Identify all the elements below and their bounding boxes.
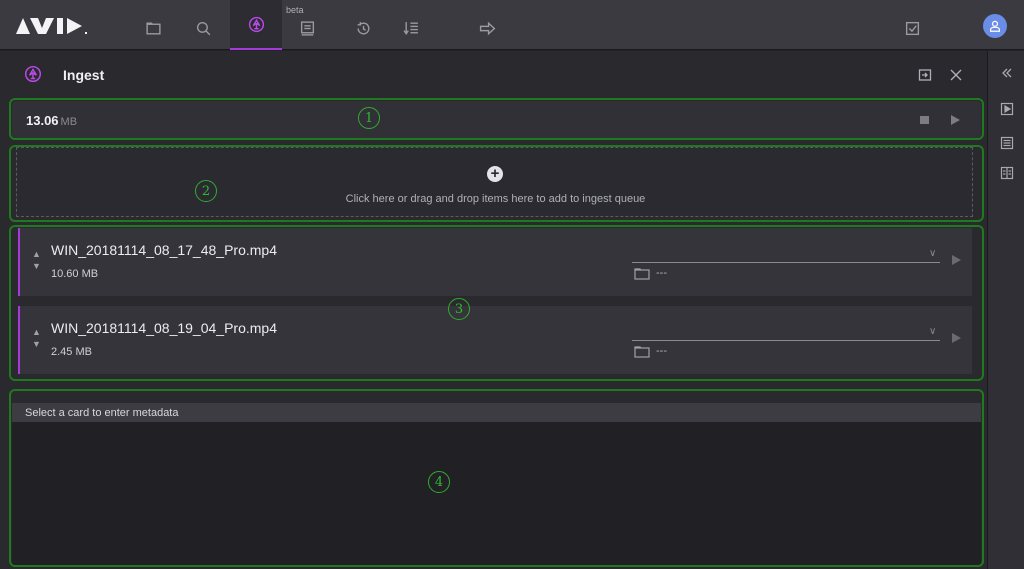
layout-icon[interactable] [999,165,1015,181]
callout-frame-1 [9,98,984,140]
chat-icon[interactable] [287,8,327,48]
ingest-icon[interactable] [230,0,282,50]
export-arrow-icon[interactable] [467,8,507,48]
ingest-panel: Ingest 13.06 MB 1 + Click here or drag an… [0,51,987,569]
callout-frame-2 [9,145,984,222]
callout-2: 2 [195,180,217,202]
callout-4: 4 [428,471,450,493]
metadata-icon[interactable] [999,135,1015,151]
callout-3: 3 [448,298,470,320]
right-sidebar [987,51,1024,569]
player-icon[interactable] [999,101,1015,117]
rundown-icon[interactable] [391,8,431,48]
ingest-panel-icon [24,65,42,83]
panel-header: Ingest [0,51,987,99]
callout-frame-3 [9,225,984,381]
callout-1: 1 [358,107,380,129]
search-icon[interactable] [183,8,223,48]
callout-frame-4 [9,389,984,567]
history-icon[interactable] [343,8,383,48]
collapse-chevrons-icon[interactable] [999,65,1015,81]
avid-logo[interactable] [16,14,106,38]
panel-title: Ingest [63,67,105,83]
user-avatar-icon[interactable] [983,14,1007,38]
top-nav-bar: beta [0,0,1024,50]
folder-icon[interactable] [133,8,173,48]
close-icon[interactable] [948,67,964,83]
dock-panel-icon[interactable] [917,67,933,83]
checkbox-icon[interactable] [892,8,932,48]
